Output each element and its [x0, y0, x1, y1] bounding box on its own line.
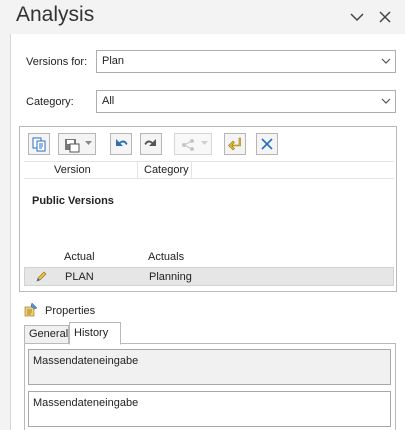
row-version: PLAN [65, 271, 94, 283]
group-public-versions: Public Versions [32, 195, 114, 207]
grid-column-header: Version Category [24, 161, 394, 179]
versions-grid: Version Category Public Versions Actual … [19, 126, 397, 292]
undo-changes-icon [228, 137, 241, 151]
delete-icon [261, 138, 273, 150]
column-header-version[interactable]: Version [48, 162, 138, 179]
pencil-icon [36, 271, 47, 282]
versions-for-dropdown[interactable]: Plan [96, 50, 396, 73]
properties-header: Properties [23, 302, 95, 320]
chevron-down-icon [381, 98, 391, 104]
undo-changes-button[interactable] [224, 133, 246, 155]
tab-general[interactable]: General [24, 325, 69, 344]
close-icon [379, 11, 391, 23]
category-label: Category: [26, 96, 74, 108]
undo-icon [116, 139, 128, 146]
share-icon [182, 139, 194, 151]
copy-icon [32, 137, 46, 152]
properties-title: Properties [45, 305, 96, 317]
share-button[interactable] [174, 133, 212, 155]
versions-for-label: Versions for: [26, 56, 88, 68]
chevron-down-icon [381, 58, 391, 64]
row-category: Actuals [148, 251, 185, 263]
chevron-down-icon [350, 13, 364, 22]
properties-tabs: General History [24, 322, 396, 345]
category-value: All [102, 95, 115, 107]
chevron-down-icon [201, 141, 208, 145]
pane-title: Analysis [16, 3, 95, 26]
history-tab-panel: Massendateneingabe Massendateneingabe [24, 343, 396, 430]
row-category: Planning [149, 271, 192, 283]
history-input[interactable]: Massendateneingabe [28, 391, 391, 427]
versions-toolbar [28, 133, 388, 155]
category-dropdown[interactable]: All [96, 90, 396, 113]
copy-version-button[interactable] [28, 133, 50, 155]
analysis-pane: Analysis Versions for: Plan Category: Al… [0, 0, 405, 430]
row-version: Actual [64, 251, 95, 263]
redo-button[interactable] [140, 133, 162, 155]
tab-history[interactable]: History [69, 322, 121, 345]
undo-button[interactable] [110, 133, 132, 155]
history-readonly-field: Massendateneingabe [28, 349, 391, 385]
save-version-button[interactable] [58, 133, 96, 155]
table-row[interactable]: Actual Actuals [24, 248, 394, 267]
pane-body: Versions for: Plan Category: All Version… [10, 34, 405, 430]
chevron-down-icon [85, 141, 92, 145]
table-row[interactable]: PLAN Planning [24, 267, 394, 286]
versions-for-value: Plan [102, 55, 125, 67]
delete-version-button[interactable] [256, 133, 278, 155]
save-icon [65, 139, 80, 153]
redo-icon [144, 139, 156, 146]
close-pane-button[interactable] [376, 8, 394, 26]
collapse-pane-button[interactable] [348, 8, 366, 26]
column-header-category[interactable]: Category [138, 162, 192, 179]
properties-icon [24, 302, 38, 317]
pane-titlebar: Analysis [0, 0, 405, 34]
